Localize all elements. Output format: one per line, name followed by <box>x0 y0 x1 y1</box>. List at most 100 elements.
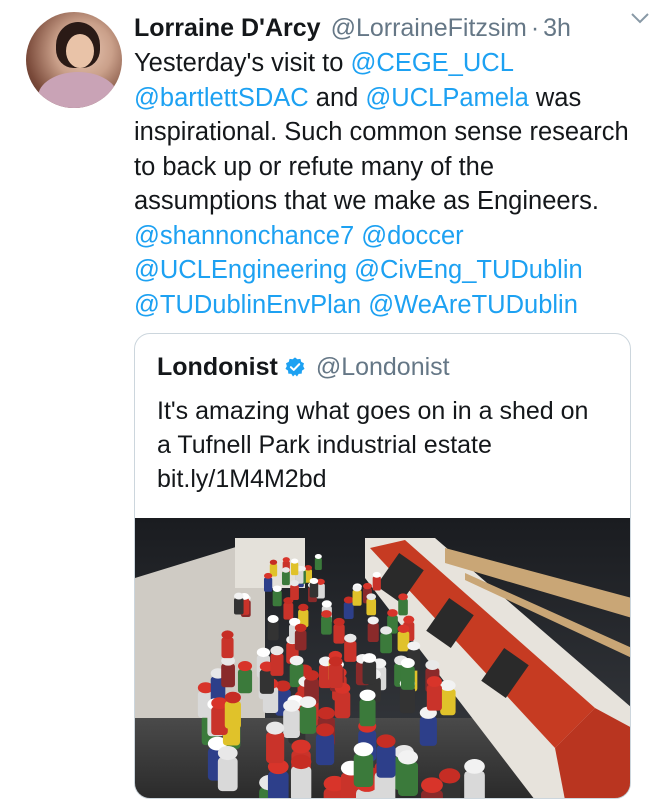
crowd-hard-hat <box>376 734 396 748</box>
crowd-hard-hat <box>328 656 343 667</box>
mention-link[interactable]: @shannonchance7 <box>134 222 354 250</box>
crowd-person <box>321 616 332 635</box>
crowd-hard-hat <box>282 557 290 563</box>
crowd-hard-hat <box>344 633 357 643</box>
crowd-hard-hat <box>263 572 273 579</box>
crowd-person <box>272 590 282 607</box>
chevron-down-icon[interactable] <box>629 10 651 26</box>
crowd-person <box>400 665 415 690</box>
crowd-person <box>224 700 241 729</box>
crowd-hard-hat <box>380 626 393 635</box>
mention-link[interactable]: @doccer <box>361 222 463 250</box>
avatar-face <box>66 34 94 68</box>
crowd-hard-hat <box>359 689 376 702</box>
crowd-person <box>399 686 416 714</box>
crowd-person <box>440 688 456 716</box>
crowd-person <box>334 691 351 719</box>
quoted-author-handle[interactable]: @Londonist <box>316 353 450 382</box>
crowd-person <box>266 731 285 764</box>
crowd-person <box>397 631 410 652</box>
crowd-person <box>299 705 317 734</box>
tweet-text: Yesterday's visit to @CEGE_UCL @bartlett… <box>134 46 644 322</box>
crowd-person <box>270 653 284 676</box>
crowd-hard-hat <box>281 567 290 573</box>
mention-link[interactable]: @TUDublinEnvPlan <box>134 291 361 319</box>
crowd-hard-hat <box>321 600 332 608</box>
crowd-hard-hat <box>333 617 345 626</box>
crowd-person <box>314 558 322 571</box>
crowd-hard-hat <box>283 699 300 712</box>
author-handle[interactable]: @LorraineFitzsim <box>331 14 527 43</box>
crowd-hard-hat <box>407 641 421 651</box>
crowd-person <box>333 624 345 644</box>
crowd-person <box>233 598 244 615</box>
photo-crowd-in-tube-mockup <box>135 518 630 798</box>
avatar[interactable] <box>26 12 122 108</box>
crowd-hard-hat <box>387 609 398 617</box>
crowd-person <box>290 766 312 798</box>
crowd-hard-hat <box>267 615 279 623</box>
crowd-hard-hat <box>294 623 307 633</box>
crowd-hard-hat <box>421 777 443 793</box>
crowd-hard-hat <box>298 603 309 612</box>
crowd-hard-hat <box>367 616 379 625</box>
mention-link[interactable]: @UCLEngineering <box>134 256 347 284</box>
crowd-hard-hat <box>440 680 456 692</box>
quoted-author-name[interactable]: Londonist <box>157 353 278 382</box>
crowd-hard-hat <box>397 624 410 633</box>
crowd-hard-hat <box>290 754 312 770</box>
crowd-hard-hat <box>272 585 282 592</box>
mention-link[interactable]: @bartlettSDAC <box>134 84 309 112</box>
crowd-person <box>366 598 377 616</box>
crowd-person <box>426 684 442 711</box>
crowd-hard-hat <box>289 655 304 666</box>
verified-badge-icon <box>285 357 305 377</box>
crowd-person <box>419 716 437 746</box>
crowd-hard-hat <box>438 768 461 784</box>
crowd-hard-hat <box>233 592 244 600</box>
crowd-hard-hat <box>224 691 241 704</box>
crowd-hard-hat <box>309 577 319 585</box>
crowd-person <box>283 602 294 620</box>
crowd-person <box>376 745 396 778</box>
crowd-person <box>352 590 362 606</box>
crowd-hard-hat <box>372 571 381 578</box>
crowd-person <box>221 637 234 659</box>
quoted-tweet-header: Londonist @Londonist <box>157 350 450 384</box>
crowd-person <box>359 698 376 727</box>
crowd-person <box>283 709 300 738</box>
crowd-hard-hat <box>398 593 408 601</box>
crowd-person <box>372 576 381 591</box>
mention-link[interactable]: @WeAreTUDublin <box>368 291 578 319</box>
crowd-person <box>343 602 354 619</box>
crowd-person <box>290 585 299 601</box>
mention-link[interactable]: @CEGE_UCL <box>351 49 513 77</box>
author-name[interactable]: Lorraine D'Arcy <box>134 14 321 43</box>
crowd-person <box>263 577 273 592</box>
mention-link[interactable]: @CivEng_TUDublin <box>354 256 583 284</box>
separator-dot: · <box>530 13 540 42</box>
crowd-hard-hat <box>314 554 322 560</box>
crowd-person <box>362 660 377 685</box>
tweet-header: Lorraine D'Arcy @LorraineFitzsim · 3h <box>134 10 643 46</box>
crowd-person <box>291 562 299 576</box>
avatar-shoulders <box>38 72 118 108</box>
quoted-tweet-card[interactable]: Londonist @Londonist It's amazing what g… <box>134 333 631 799</box>
crowd-hard-hat <box>425 659 440 671</box>
crowd-person <box>217 757 238 792</box>
crowd-hard-hat <box>403 615 415 624</box>
crowd-hard-hat <box>352 584 362 592</box>
timestamp[interactable]: 3h <box>543 14 571 43</box>
crowd-person <box>221 663 235 688</box>
quoted-tweet-text: It's amazing what goes on in a shed on a… <box>157 397 589 493</box>
crowd-hard-hat <box>256 647 271 658</box>
crowd-hard-hat <box>362 653 377 663</box>
crowd-hard-hat <box>299 696 317 709</box>
mention-link[interactable]: @UCLPamela <box>365 84 528 112</box>
tweet-text-segment: and <box>308 83 366 112</box>
crowd-person <box>464 770 485 798</box>
crowd-hard-hat <box>397 750 419 765</box>
quoted-tweet-photo[interactable] <box>135 518 630 798</box>
crowd-hard-hat <box>366 593 377 601</box>
crowd-person <box>353 753 374 787</box>
